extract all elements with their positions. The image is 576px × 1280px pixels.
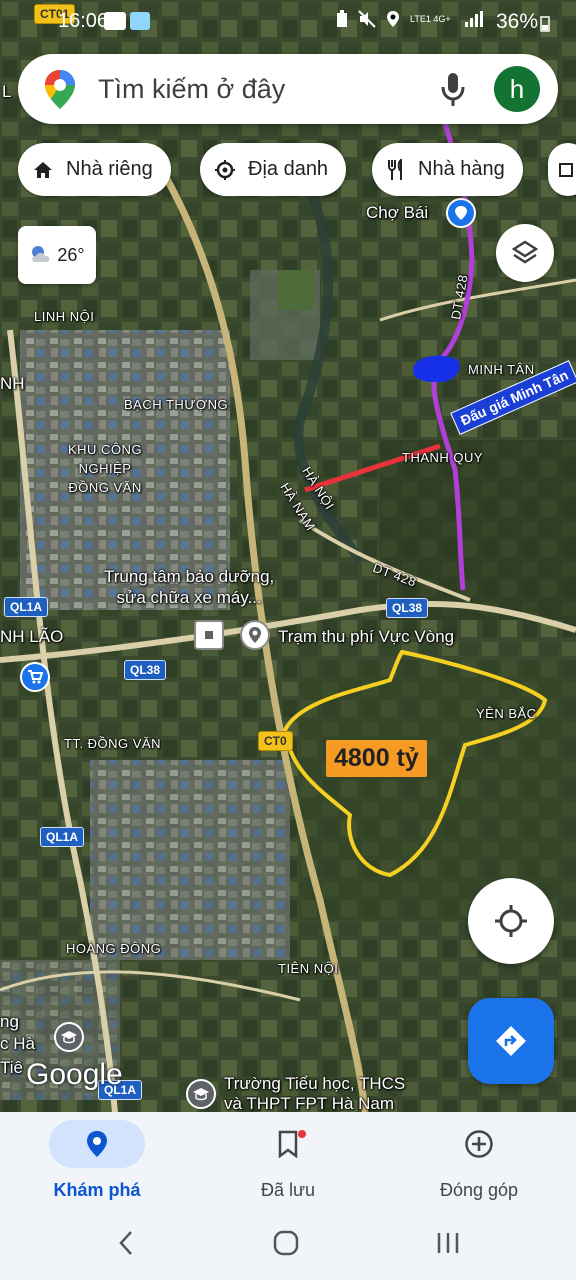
saved-badge-dot: [298, 1130, 306, 1138]
search-bar[interactable]: Tìm kiếm ở đây h: [18, 54, 558, 124]
pin-icon-cho-bai[interactable]: [446, 198, 476, 228]
school-icon[interactable]: [186, 1079, 216, 1109]
road-shield-ct01-mid: CT0: [258, 731, 293, 751]
place-label-kcn-dong-van: KHU CÔNG NGHIỆP ĐỒNG VĂN: [68, 442, 143, 495]
maps-screen: Chợ Bái LINH NỘI BẠCH THƯỢNG KHU CÔNG NG…: [0, 0, 576, 1280]
place-label-left-5: Tiê: [0, 1058, 23, 1077]
road-shield-ql38-b: QL38: [124, 660, 167, 680]
google-attribution: Google: [26, 1058, 123, 1091]
search-input[interactable]: Tìm kiếm ở đây: [98, 74, 438, 105]
road-shield-ql38-a: QL38: [386, 598, 429, 618]
chip-restaurant-label: Nhà hàng: [418, 158, 505, 180]
add-circle-icon: [465, 1130, 493, 1158]
location-icon: [387, 11, 399, 27]
mute-icon: [358, 10, 376, 28]
landmark-icon: [215, 159, 235, 180]
school-icon-left[interactable]: [54, 1022, 84, 1052]
account-avatar[interactable]: h: [494, 66, 540, 112]
place-label-linh-noi: LINH NỘI: [34, 309, 95, 324]
notification-icon: [104, 12, 126, 30]
restaurant-icon: [388, 158, 402, 180]
chip-restaurant[interactable]: Nhà hàng: [372, 143, 523, 196]
my-location-button[interactable]: [468, 878, 554, 964]
status-time: 16:06: [58, 10, 109, 32]
shopping-cart-icon[interactable]: [20, 662, 50, 692]
pin-icon-toll[interactable]: [240, 620, 270, 650]
place-label-minh-tan: MINH TÂN: [468, 362, 535, 377]
system-home-button[interactable]: [256, 1218, 316, 1268]
directions-button[interactable]: [468, 998, 554, 1084]
poi-label-school[interactable]: Trường Tiểu học, THCS và THPT FPT Hà Nam: [224, 1074, 405, 1114]
layers-button[interactable]: [496, 224, 554, 282]
home-icon: [34, 161, 52, 178]
microphone-icon[interactable]: [438, 69, 468, 109]
price-annotation: 4800 tỷ: [326, 740, 427, 777]
more-category-icon: [559, 162, 573, 177]
explore-pin-icon: [87, 1131, 107, 1157]
place-label-left-4: c Hà: [0, 1034, 35, 1053]
place-label-thanh-quy: THANH QUY: [402, 450, 484, 465]
chip-home[interactable]: Nhà riêng: [18, 143, 171, 196]
place-label-bach-thuong: BẠCH THƯỢNG: [124, 397, 229, 412]
battery-icon: [540, 16, 550, 32]
back-chevron-icon: [119, 1231, 132, 1255]
chip-home-label: Nhà riêng: [66, 158, 153, 180]
place-label-left-3: ng: [0, 1012, 19, 1031]
home-circle-icon: [273, 1230, 299, 1256]
directions-icon: [496, 1026, 526, 1056]
layers-icon: [511, 240, 539, 264]
place-label-hoang-dong: HOÀNG ĐÔNG: [66, 941, 162, 956]
weather-temp: 26°: [57, 244, 85, 265]
gallery-icon: [130, 12, 150, 30]
battery-level: 36%: [495, 10, 538, 33]
nav-explore-label: Khám phá: [53, 1180, 141, 1200]
status-bar: 16:06 LTE1 4G+ 36%: [0, 0, 576, 46]
bookmark-icon: [278, 1130, 298, 1158]
nav-saved-label: Đã lưu: [260, 1180, 316, 1200]
recents-icon: [437, 1233, 459, 1253]
place-label-tt-dong-van: TT. ĐỒNG VĂN: [64, 736, 162, 751]
place-label-yen-bac: YÊN BẮC: [476, 706, 537, 721]
road-shield-ql1a-b: QL1A: [40, 827, 85, 847]
weather-chip[interactable]: 26°: [18, 226, 96, 284]
system-recents-button[interactable]: [418, 1218, 478, 1268]
place-label-tien-noi: TIÊN NỘI: [278, 961, 339, 976]
nav-contribute[interactable]: Đóng góp: [404, 1120, 554, 1201]
place-label-nh-lao: NH LÃO: [0, 627, 64, 646]
poi-label-service-center[interactable]: Trung tâm bảo dưỡng, sửa chữa xe máy...: [104, 566, 274, 608]
chip-landmark-label: Địa danh: [248, 158, 329, 180]
nav-contribute-label: Đóng góp: [439, 1180, 519, 1200]
signal-icon: [465, 11, 483, 27]
road-shield-ql1a-a: QL1A: [4, 597, 49, 617]
google-maps-pin-icon: [45, 70, 75, 109]
nav-explore[interactable]: Khám phá: [22, 1120, 172, 1201]
place-label-left-1: L: [2, 82, 12, 101]
place-label-left-2: NH: [0, 374, 25, 393]
nav-saved[interactable]: Đã lưu: [213, 1120, 363, 1201]
poi-label-toll[interactable]: Trạm thu phí Vực Vòng: [278, 627, 454, 647]
toll-icon[interactable]: [194, 620, 224, 650]
system-back-button[interactable]: [96, 1218, 156, 1268]
network-type: LTE1 4G+: [410, 13, 451, 24]
partly-cloudy-icon: [32, 246, 50, 262]
place-label-cho-bai[interactable]: Chợ Bái: [366, 203, 428, 223]
battery-saver-icon: [337, 10, 347, 27]
chip-more[interactable]: [548, 143, 576, 196]
chip-landmark[interactable]: Địa danh: [200, 143, 347, 196]
crosshair-icon: [495, 905, 527, 937]
